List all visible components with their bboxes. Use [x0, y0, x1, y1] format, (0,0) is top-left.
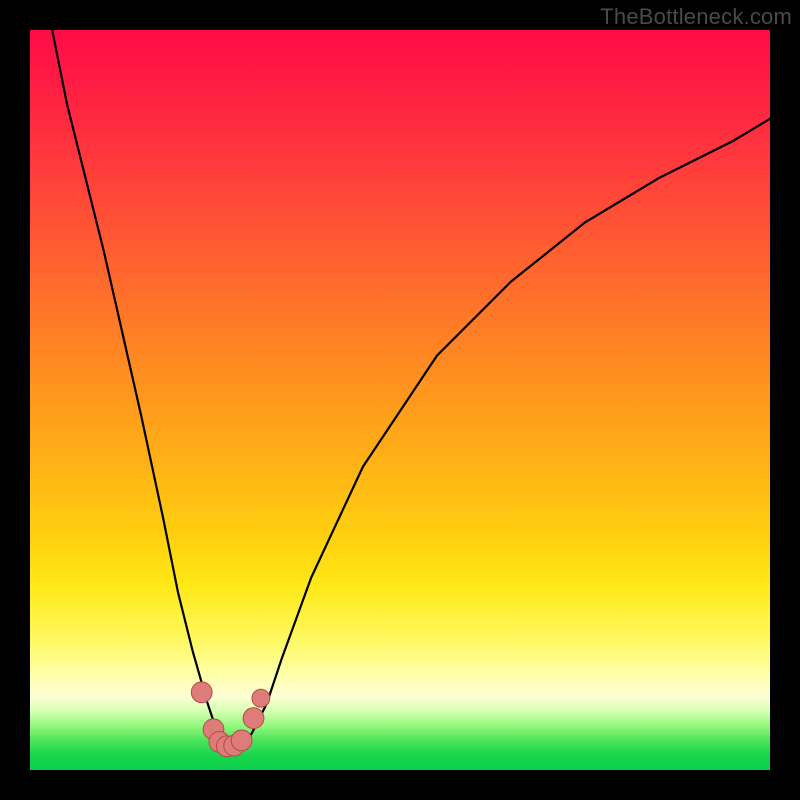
data-marker: [243, 708, 264, 729]
data-marker: [231, 730, 252, 751]
chart-svg: [30, 30, 770, 770]
watermark-text: TheBottleneck.com: [600, 4, 792, 30]
data-marker: [252, 689, 270, 707]
chart-frame: TheBottleneck.com: [0, 0, 800, 800]
data-marker: [191, 682, 212, 703]
plot-area: [30, 30, 770, 770]
markers-group: [191, 682, 269, 757]
curve-path: [52, 30, 770, 748]
